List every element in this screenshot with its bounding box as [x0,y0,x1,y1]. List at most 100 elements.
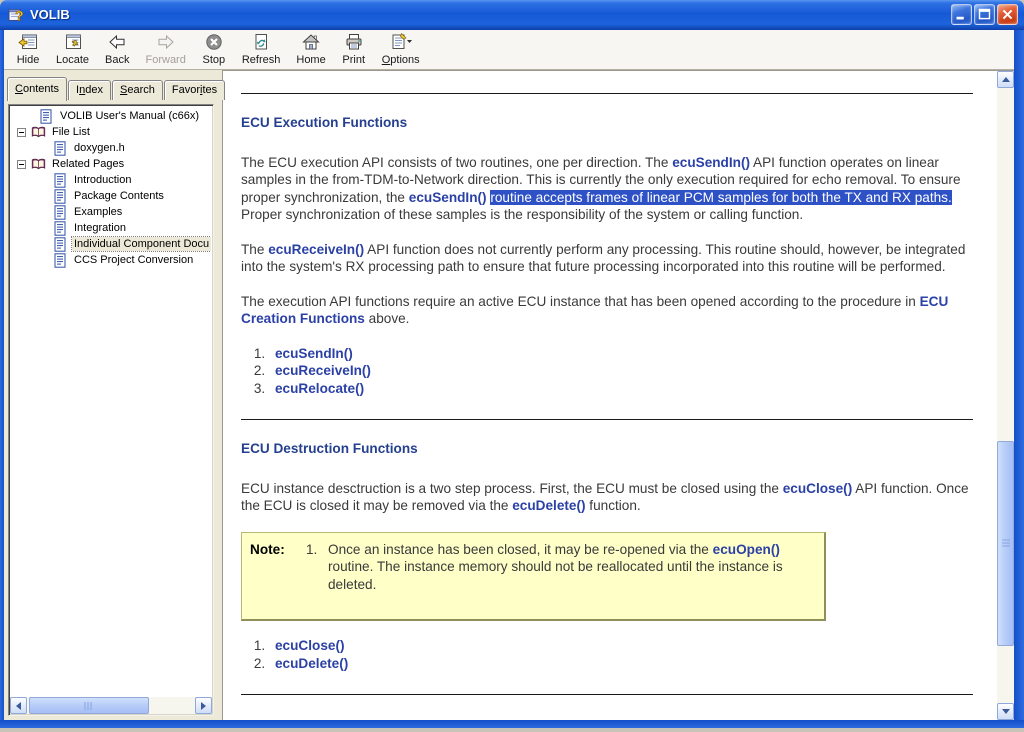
paragraph: The ECU execution API consists of two ro… [241,154,973,224]
refresh-label: Refresh [241,54,281,66]
tree-horizontal-scrollbar[interactable] [10,697,212,714]
tree-item-label: doxygen.h [74,142,125,154]
collapse-expander-icon[interactable] [17,159,26,169]
collapse-expander-icon[interactable] [17,127,26,137]
topic-content: ECU Execution Functions The ECU executio… [223,71,997,720]
navigation-pane: Contents Index Search Favorites VOLIB User'… [4,70,226,720]
minimize-button[interactable] [951,3,972,25]
chevron-up-icon [1001,77,1010,82]
titlebar-buttons [951,3,1018,25]
list-item: ecuDelete() [269,655,973,673]
contents-tree: VOLIB User's Manual (c66x) File List doxyg… [11,108,211,694]
window-border-bottom [0,720,1024,728]
chevron-left-icon [16,701,21,710]
hide-button[interactable]: Hide [8,32,48,68]
tree-item-individual-component-docu[interactable]: Individual Component Docu [11,236,211,252]
home-button[interactable]: Home [288,32,333,68]
section-heading: ECU Destruction Functions [241,441,418,456]
window-border-right [1014,30,1024,728]
list-item: ecuClose() [269,637,973,655]
tab-favorites[interactable]: Favorites [163,80,226,100]
content-vertical-scrollbar[interactable] [997,71,1014,720]
horizontal-scroll-thumb[interactable] [29,697,149,714]
tree-item-examples[interactable]: Examples [11,204,211,220]
text-run: The execution API functions require an a… [241,293,920,309]
toolbar: Hide Locate Back Forward Stop Refresh Ho… [0,30,1024,70]
tree-item-volib-user-s-manual-c66x[interactable]: VOLIB User's Manual (c66x) [11,108,211,124]
tree-item-ccs-project-conversion[interactable]: CCS Project Conversion [11,252,211,268]
home-icon [301,32,321,52]
tree-item-doxygen-h[interactable]: doxygen.h [11,140,211,156]
book-icon [31,157,46,172]
refresh-button[interactable]: Refresh [234,32,289,68]
paragraph: The execution API functions require an a… [241,293,973,328]
tab-contents[interactable]: Contents [7,77,68,101]
text-run: The ECU execution API consists of two ro… [241,154,673,170]
page-icon [53,236,68,252]
tree-item-file-list[interactable]: File List [11,124,211,140]
tree-item-label: Introduction [74,174,132,186]
note-box: Note: 1. Once an instance has been close… [241,531,826,621]
function-list: ecuClose() ecuDelete() [255,637,973,672]
page-icon [53,204,68,220]
chevron-right-icon [201,701,206,710]
sidebar-tabs: Contents Index Search Favorites [4,70,226,101]
close-button[interactable] [997,3,1018,25]
tree-item-introduction[interactable]: Introduction [11,172,211,188]
print-button[interactable]: Print [334,32,374,68]
tree-item-package-contents[interactable]: Package Contents [11,188,211,204]
page-icon [53,252,68,268]
main-area: Contents Index Search Favorites VOLIB User'… [4,70,1014,720]
text-run: Once an instance has been closed, it may… [328,541,713,557]
tree-item-label: Package Contents [74,190,164,202]
stop-icon [204,32,224,52]
forward-button[interactable]: Forward [138,32,194,68]
chevron-down-icon [1001,709,1010,714]
stop-button[interactable]: Stop [194,32,234,68]
tree-item-label: Examples [74,206,123,218]
list-item: ecuSendIn() [269,345,973,363]
scroll-left-button[interactable] [10,697,27,714]
doc-link[interactable]: ecuClose() [783,481,853,496]
tree-item-related-pages[interactable]: Related Pages [11,156,211,172]
page-icon [53,188,68,204]
note-number: 1. [306,541,318,557]
scroll-up-button[interactable] [997,71,1014,88]
scroll-right-button[interactable] [195,697,212,714]
maximize-button[interactable] [974,3,995,25]
home-label: Home [296,54,326,66]
page-icon [39,108,54,124]
tab-index[interactable]: Index [68,80,111,100]
tree-item-label: Related Pages [52,158,125,170]
doc-link[interactable]: ecuSendIn() [409,190,487,205]
options-button[interactable]: Options [374,32,428,68]
locate-button[interactable]: Locate [48,32,97,68]
doc-link[interactable]: ecuDelete() [275,656,348,671]
doc-link[interactable]: ecuSendIn() [672,155,750,170]
tab-search[interactable]: Search [111,80,163,100]
tree-item-integration[interactable]: Integration [11,220,211,236]
paragraph: The ecuReceiveIn() API function does not… [241,241,973,276]
vertical-scroll-thumb[interactable] [997,441,1014,646]
text-run: function. [585,498,641,513]
list-item: ecuReceiveIn() [269,362,973,380]
doc-link[interactable]: ecuSendIn() [275,346,353,361]
window-title: VOLIB [30,6,70,22]
back-button[interactable]: Back [97,32,137,68]
locate-label: Locate [56,54,90,66]
options-icon [389,32,413,52]
print-label: Print [342,54,366,66]
doc-link[interactable]: ecuClose() [275,638,345,653]
doc-link[interactable]: ecuReceiveIn() [275,363,371,378]
doc-link[interactable]: ecuOpen() [713,542,780,557]
forward-label: Forward [145,54,186,66]
doc-link[interactable]: ecuDelete() [512,498,585,513]
page-icon [53,220,68,236]
selected-text: routine accepts frames of linear PCM sam… [490,189,952,205]
doc-link[interactable]: ecuReceiveIn() [268,242,364,257]
tree-item-label: VOLIB User's Manual (c66x) [60,110,200,122]
titlebar[interactable]: ? VOLIB [0,0,1024,30]
doc-link[interactable]: ecuRelocate() [275,381,364,396]
scroll-down-button[interactable] [997,703,1014,720]
tree-item-label: CCS Project Conversion [74,254,194,266]
